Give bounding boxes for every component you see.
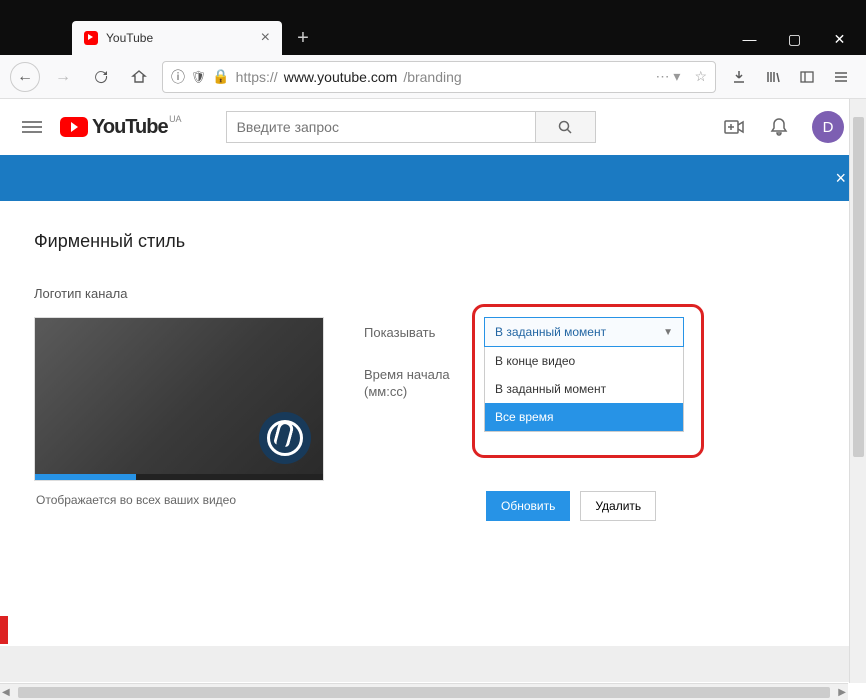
back-button[interactable]: ← — [10, 62, 40, 92]
horizontal-scrollbar[interactable]: ◀ ▶ — [0, 683, 848, 700]
reload-icon — [93, 69, 109, 85]
display-time-dropdown[interactable]: В заданный момент ▼ В конце видео В зада… — [484, 317, 684, 347]
notifications-button[interactable] — [770, 117, 788, 137]
window-titlebar: YouTube × + — ▢ ✕ — [0, 0, 866, 55]
window-controls: — ▢ ✕ — [727, 23, 866, 55]
page-title: Фирменный стиль — [34, 231, 832, 252]
info-banner: × — [0, 155, 866, 201]
scroll-left-icon[interactable]: ◀ — [2, 687, 10, 698]
chevron-down-icon: ▼ — [663, 327, 673, 338]
preview-column: Отображается во всех ваших видео — [34, 317, 324, 519]
banner-close-button[interactable]: × — [835, 168, 846, 189]
page-content: Фирменный стиль Логотип канала Отображае… — [0, 201, 866, 541]
preview-caption: Отображается во всех ваших видео — [34, 481, 324, 519]
menu-button[interactable] — [826, 62, 856, 92]
new-tab-button[interactable]: + — [288, 23, 318, 53]
library-icon — [765, 69, 781, 85]
dropdown-option[interactable]: Все время — [485, 403, 683, 431]
home-button[interactable] — [124, 62, 154, 92]
url-path: /branding — [403, 69, 461, 85]
dropdown-options: В конце видео В заданный момент Все врем… — [484, 347, 684, 432]
sidebar-button[interactable] — [792, 62, 822, 92]
sidebar-icon — [799, 69, 815, 85]
video-progress-bar — [35, 474, 323, 480]
forward-button[interactable]: → — [48, 62, 78, 92]
home-icon — [131, 69, 147, 85]
bookmark-star-icon[interactable]: ☆ — [694, 68, 707, 85]
close-tab-icon[interactable]: × — [261, 29, 270, 47]
scrollbar-thumb[interactable] — [18, 687, 830, 698]
tab-title: YouTube — [106, 31, 253, 45]
download-icon — [731, 69, 747, 85]
tabs-area: YouTube × + — [0, 21, 318, 55]
red-strip — [0, 616, 8, 644]
scroll-right-icon[interactable]: ▶ — [838, 687, 846, 698]
lock-icon: 🔒 — [212, 68, 229, 85]
youtube-favicon-icon — [84, 31, 98, 45]
hamburger-icon — [833, 69, 849, 85]
search-input[interactable] — [226, 111, 536, 143]
youtube-region: UA — [169, 114, 182, 124]
browser-navbar: ← → ⓘ 🛡 🔒 https:// www.youtube.com/brandi… — [0, 55, 866, 99]
start-time-label: Время начала (мм:cc) — [364, 367, 474, 401]
address-bar[interactable]: ⓘ 🛡 🔒 https:// www.youtube.com/branding ⋯… — [162, 61, 716, 93]
shield-icon: 🛡 — [191, 70, 206, 84]
show-label: Показывать — [364, 325, 474, 340]
url-host: www.youtube.com — [284, 69, 398, 85]
minimize-button[interactable]: — — [727, 23, 772, 55]
youtube-logo-text: YouTube — [92, 116, 168, 139]
downloads-button[interactable] — [724, 62, 754, 92]
delete-button[interactable]: Удалить — [580, 491, 656, 521]
maximize-button[interactable]: ▢ — [772, 23, 817, 55]
guide-menu-button[interactable] — [22, 121, 42, 133]
form-column: Показывать В заданный момент ▼ В конце в… — [364, 317, 832, 521]
section-title: Логотип канала — [34, 286, 832, 301]
update-button[interactable]: Обновить — [486, 491, 570, 521]
close-window-button[interactable]: ✕ — [817, 23, 862, 55]
scrollbar-thumb[interactable] — [853, 117, 864, 457]
search-button[interactable] — [536, 111, 596, 143]
youtube-play-icon — [60, 117, 88, 137]
url-dropdown-icon[interactable]: ⋯ ▾ — [656, 68, 681, 85]
youtube-header: YouTube UA D — [0, 99, 866, 155]
channel-watermark-icon — [259, 412, 311, 464]
browser-tab[interactable]: YouTube × — [72, 21, 282, 55]
youtube-logo[interactable]: YouTube UA — [60, 116, 168, 139]
create-video-button[interactable] — [724, 119, 746, 135]
video-plus-icon — [724, 119, 746, 135]
user-avatar[interactable]: D — [812, 111, 844, 143]
dropdown-option[interactable]: В заданный момент — [485, 375, 683, 403]
bell-icon — [770, 117, 788, 137]
dropdown-option[interactable]: В конце видео — [485, 347, 683, 375]
dropdown-selected-value: В заданный момент — [495, 325, 606, 339]
url-protocol: https:// — [236, 69, 278, 85]
reload-button[interactable] — [86, 62, 116, 92]
vertical-scrollbar[interactable] — [849, 99, 866, 683]
search-icon — [557, 119, 573, 135]
library-button[interactable] — [758, 62, 788, 92]
footer-bar — [0, 646, 866, 682]
info-icon: ⓘ — [171, 67, 185, 87]
video-preview — [34, 317, 324, 481]
